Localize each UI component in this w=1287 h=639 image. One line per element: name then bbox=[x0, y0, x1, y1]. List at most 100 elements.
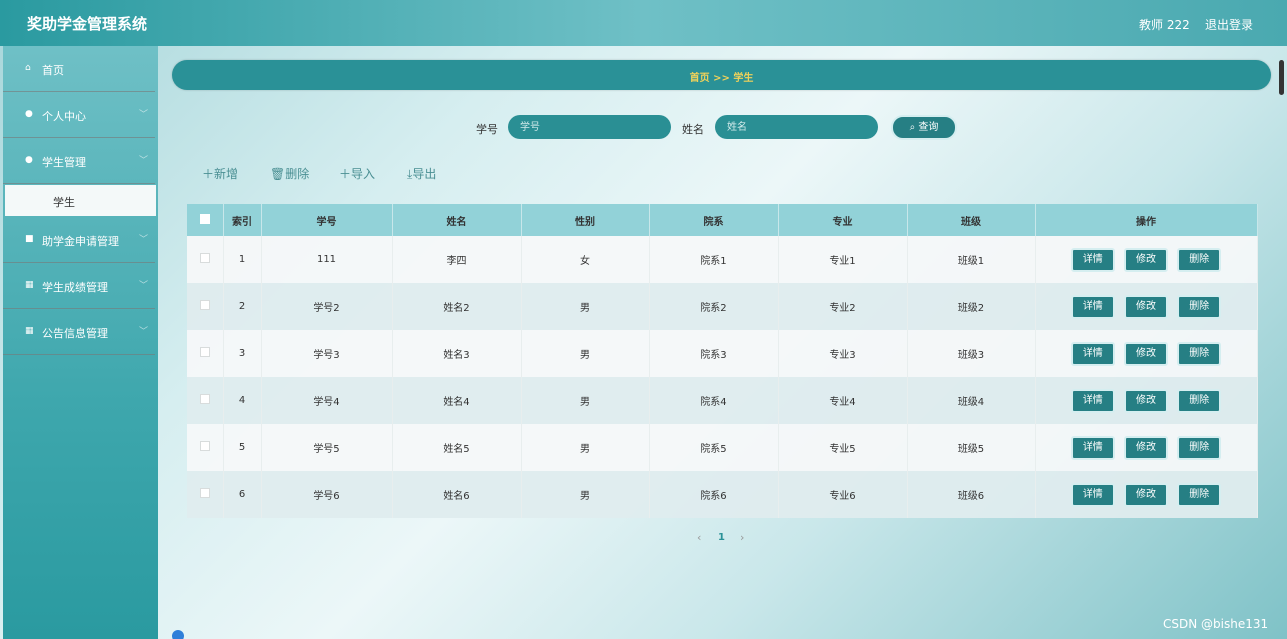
row-delete-button[interactable]: 删除 bbox=[1177, 388, 1222, 413]
current-user: 教师 222 bbox=[1139, 18, 1190, 32]
cell-student-id: 学号3 bbox=[261, 330, 393, 377]
cell-operations: 详情 修改 删除 bbox=[1035, 283, 1258, 330]
cell-major: 专业5 bbox=[778, 424, 908, 471]
next-page-icon[interactable]: › bbox=[740, 531, 744, 544]
detail-button[interactable]: 详情 bbox=[1070, 294, 1115, 319]
cell-gender: 男 bbox=[521, 283, 650, 330]
student-table: 索引 学号 姓名 性别 院系 专业 班级 操作 1 111 李四 女 院系1 专… bbox=[187, 204, 1258, 518]
edit-button[interactable]: 修改 bbox=[1124, 294, 1168, 319]
query-button[interactable]: ⌕ 查询 bbox=[891, 115, 957, 140]
detail-button[interactable]: 详情 bbox=[1070, 435, 1115, 460]
table-row: 6 学号6 姓名6 男 院系6 专业6 班级6 详情 修改 删除 bbox=[187, 471, 1258, 518]
select-all-checkbox[interactable] bbox=[199, 213, 210, 224]
row-delete-button[interactable]: 删除 bbox=[1177, 294, 1222, 319]
cell-name: 李四 bbox=[392, 236, 522, 283]
edit-button[interactable]: 修改 bbox=[1124, 435, 1168, 460]
grid-icon: ▦ bbox=[25, 326, 34, 336]
cell-class: 班级5 bbox=[907, 424, 1036, 471]
row-delete-button[interactable]: 删除 bbox=[1177, 247, 1222, 272]
row-checkbox[interactable] bbox=[199, 441, 210, 451]
search-icon: ⌕ bbox=[909, 122, 916, 133]
plus-icon: ＋ bbox=[339, 167, 352, 181]
cell-index: 6 bbox=[223, 471, 262, 518]
detail-button[interactable]: 详情 bbox=[1070, 341, 1115, 366]
edit-button[interactable]: 修改 bbox=[1124, 247, 1168, 272]
sidebar-subitem-student[interactable]: 学生 bbox=[5, 185, 156, 216]
column-header: 学号 bbox=[261, 204, 393, 236]
plus-icon: ＋ bbox=[202, 167, 215, 181]
table-row: 2 学号2 姓名2 男 院系2 专业2 班级2 详情 修改 删除 bbox=[187, 283, 1258, 330]
cell-major: 专业4 bbox=[778, 377, 908, 424]
prev-page-icon[interactable]: ‹ bbox=[697, 531, 701, 544]
row-checkbox[interactable] bbox=[199, 347, 210, 357]
add-label: 新增 bbox=[214, 167, 239, 181]
cell-name: 姓名6 bbox=[392, 471, 522, 518]
row-delete-button[interactable]: 删除 bbox=[1177, 341, 1222, 366]
horizontal-scroll-handle[interactable] bbox=[172, 630, 184, 639]
table-row: 1 111 李四 女 院系1 专业1 班级1 详情 修改 删除 bbox=[187, 236, 1258, 283]
cell-name: 姓名2 bbox=[392, 283, 522, 330]
student-id-input[interactable] bbox=[508, 115, 671, 139]
export-label: 导出 bbox=[412, 167, 437, 181]
sidebar-item-grades[interactable]: ▦ 学生成绩管理 ﹀ bbox=[3, 263, 155, 309]
sidebar-item-grant-apply[interactable]: ■ 助学金申请管理 ﹀ bbox=[3, 217, 155, 263]
column-header: 索引 bbox=[223, 204, 262, 236]
cell-student-id: 111 bbox=[261, 236, 393, 283]
sidebar-item-label: 公告信息管理 bbox=[42, 327, 108, 340]
sidebar-item-label: 学生管理 bbox=[42, 156, 86, 169]
table-row: 5 学号5 姓名5 男 院系5 专业5 班级5 详情 修改 删除 bbox=[187, 424, 1258, 471]
table-header-row: 索引 学号 姓名 性别 院系 专业 班级 操作 bbox=[187, 204, 1258, 236]
cell-department: 院系2 bbox=[649, 283, 779, 330]
import-label: 导入 bbox=[351, 167, 376, 181]
cell-operations: 详情 修改 删除 bbox=[1035, 377, 1258, 424]
sidebar-item-profile[interactable]: ● 个人中心 ﹀ bbox=[3, 92, 155, 138]
top-header: 奖助学金管理系统 教师 222 退出登录 bbox=[0, 0, 1287, 46]
export-button[interactable]: ⤓导出 bbox=[407, 165, 436, 182]
logout-link[interactable]: 退出登录 bbox=[1205, 16, 1253, 33]
cell-name: 姓名4 bbox=[392, 377, 522, 424]
breadcrumb-text: 首页 >> 学生 bbox=[689, 73, 754, 84]
cell-student-id: 学号5 bbox=[261, 424, 393, 471]
sidebar-subitem-label: 学生 bbox=[53, 196, 75, 209]
sidebar: ⌂ 首页 ● 个人中心 ﹀ ● 学生管理 ﹀ 学生 ■ 助学金申请管理 ﹀ ▦ … bbox=[3, 46, 158, 639]
row-checkbox[interactable] bbox=[199, 394, 210, 404]
cell-index: 5 bbox=[223, 424, 262, 471]
cell-gender: 男 bbox=[521, 330, 650, 377]
row-delete-button[interactable]: 删除 bbox=[1177, 482, 1222, 507]
sidebar-item-label: 个人中心 bbox=[42, 110, 86, 123]
page-number-current[interactable]: 1 bbox=[718, 532, 725, 543]
delete-button[interactable]: 🗑删除 bbox=[270, 165, 309, 182]
add-button[interactable]: ＋新增 bbox=[202, 165, 238, 182]
row-checkbox[interactable] bbox=[199, 253, 210, 263]
vertical-scrollbar[interactable] bbox=[1279, 60, 1284, 95]
edit-button[interactable]: 修改 bbox=[1124, 482, 1168, 507]
sidebar-item-students[interactable]: ● 学生管理 ﹀ bbox=[3, 138, 155, 184]
cell-operations: 详情 修改 删除 bbox=[1035, 330, 1258, 377]
column-header: 姓名 bbox=[392, 204, 522, 236]
select-all-cell[interactable] bbox=[187, 204, 224, 236]
cell-gender: 男 bbox=[521, 424, 650, 471]
cell-class: 班级2 bbox=[907, 283, 1036, 330]
location-pin-icon: ● bbox=[25, 155, 33, 165]
edit-button[interactable]: 修改 bbox=[1124, 341, 1168, 366]
cell-name: 姓名3 bbox=[392, 330, 522, 377]
detail-button[interactable]: 详情 bbox=[1070, 482, 1115, 507]
name-input[interactable] bbox=[715, 115, 878, 139]
edit-button[interactable]: 修改 bbox=[1124, 388, 1168, 413]
sidebar-item-notices[interactable]: ▦ 公告信息管理 ﹀ bbox=[3, 309, 155, 355]
detail-button[interactable]: 详情 bbox=[1070, 247, 1115, 272]
cell-gender: 男 bbox=[521, 471, 650, 518]
sidebar-item-home[interactable]: ⌂ 首页 bbox=[3, 46, 155, 92]
row-checkbox[interactable] bbox=[199, 300, 210, 310]
import-button[interactable]: ＋导入 bbox=[339, 165, 375, 182]
row-checkbox[interactable] bbox=[199, 488, 210, 498]
detail-button[interactable]: 详情 bbox=[1070, 388, 1115, 413]
cell-index: 2 bbox=[223, 283, 262, 330]
column-header: 性别 bbox=[521, 204, 650, 236]
row-delete-button[interactable]: 删除 bbox=[1177, 435, 1222, 460]
sidebar-item-label: 助学金申请管理 bbox=[42, 235, 119, 248]
sidebar-item-label: 首页 bbox=[42, 64, 64, 77]
cell-gender: 女 bbox=[521, 236, 650, 283]
grid-icon: ▦ bbox=[25, 280, 34, 290]
cell-major: 专业6 bbox=[778, 471, 908, 518]
